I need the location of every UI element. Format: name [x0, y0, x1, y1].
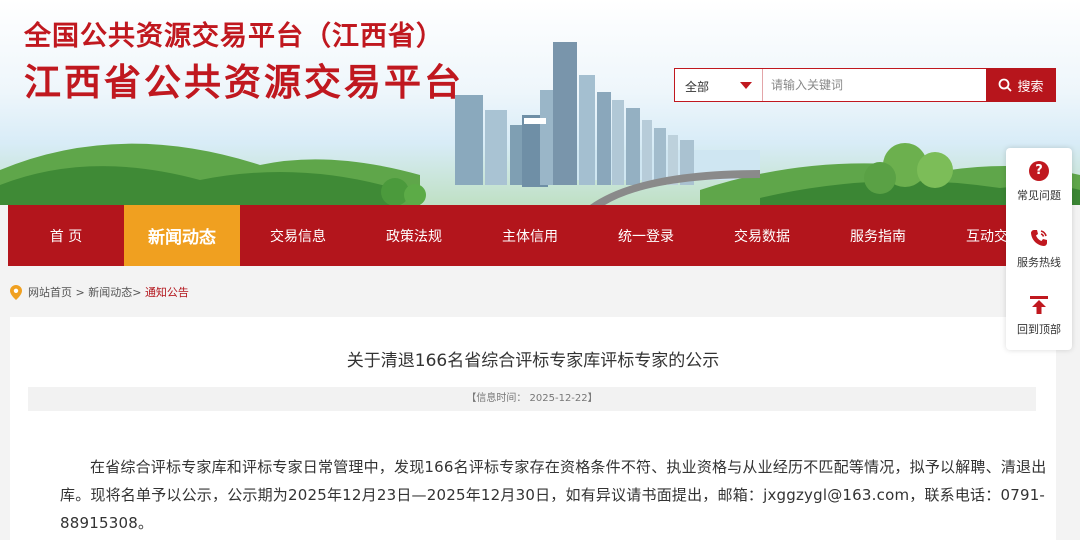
- faq-label: 常见问题: [1017, 188, 1061, 202]
- hotline-button[interactable]: 服务热线: [1006, 215, 1072, 282]
- article-body: 在省综合评标专家库和评标专家日常管理中，发现166名评标专家存在资格条件不符、执…: [60, 458, 1047, 532]
- location-pin-icon: [10, 284, 22, 300]
- article-card: 关于清退166名省综合评标专家库评标专家的公示 【信息时间： 2025-12-2…: [10, 317, 1056, 540]
- back-to-top-label: 回到顶部: [1017, 322, 1061, 336]
- search-button[interactable]: 搜索: [986, 68, 1056, 102]
- main-nav: 首 页 新闻动态 交易信息 政策法规 主体信用 统一登录 交易数据 服务指南 互…: [8, 205, 1072, 266]
- floating-sidebar: ? 常见问题 服务热线 回到顶部: [1006, 148, 1072, 350]
- nav-item-credit[interactable]: 主体信用: [472, 205, 588, 266]
- platform-province-title: 江西省公共资源交易平台: [24, 60, 464, 104]
- arrow-up-icon: [1030, 295, 1048, 314]
- breadcrumb-news[interactable]: 新闻动态>: [88, 286, 141, 299]
- faq-button[interactable]: ? 常见问题: [1006, 148, 1072, 215]
- search-bar: 全部 搜索: [674, 68, 1056, 102]
- phone-icon: [1031, 229, 1047, 246]
- header-banner: 全国公共资源交易平台（江西省） 江西省公共资源交易平台 全部 搜索: [0, 0, 1080, 205]
- nav-item-login[interactable]: 统一登录: [588, 205, 704, 266]
- nav-item-trade-info[interactable]: 交易信息: [240, 205, 356, 266]
- search-input[interactable]: [763, 69, 986, 101]
- search-category-value: 全部: [685, 80, 710, 94]
- chevron-down-icon: [740, 82, 752, 89]
- search-button-label: 搜索: [1017, 79, 1044, 95]
- question-icon: ?: [1029, 160, 1049, 181]
- breadcrumb-separator: >: [75, 286, 85, 299]
- platform-national-title: 全国公共资源交易平台（江西省）: [24, 21, 444, 52]
- nav-item-service-guide[interactable]: 服务指南: [820, 205, 936, 266]
- nav-item-news[interactable]: 新闻动态: [124, 205, 240, 266]
- nav-item-home[interactable]: 首 页: [8, 205, 124, 266]
- search-icon: [999, 78, 1013, 92]
- nav-item-policy[interactable]: 政策法规: [356, 205, 472, 266]
- nav-item-trade-data[interactable]: 交易数据: [704, 205, 820, 266]
- breadcrumb: 网站首页 > 新闻动态> 通知公告: [10, 284, 189, 300]
- search-category-select[interactable]: 全部: [675, 69, 763, 101]
- article-title: 关于清退166名省综合评标专家库评标专家的公示: [346, 351, 720, 371]
- breadcrumb-home[interactable]: 网站首页: [28, 286, 72, 299]
- back-to-top-button[interactable]: 回到顶部: [1006, 282, 1072, 349]
- article-meta: 【信息时间： 2025-12-22】: [28, 387, 1036, 411]
- hotline-label: 服务热线: [1017, 255, 1061, 269]
- breadcrumb-current[interactable]: 通知公告: [145, 286, 189, 299]
